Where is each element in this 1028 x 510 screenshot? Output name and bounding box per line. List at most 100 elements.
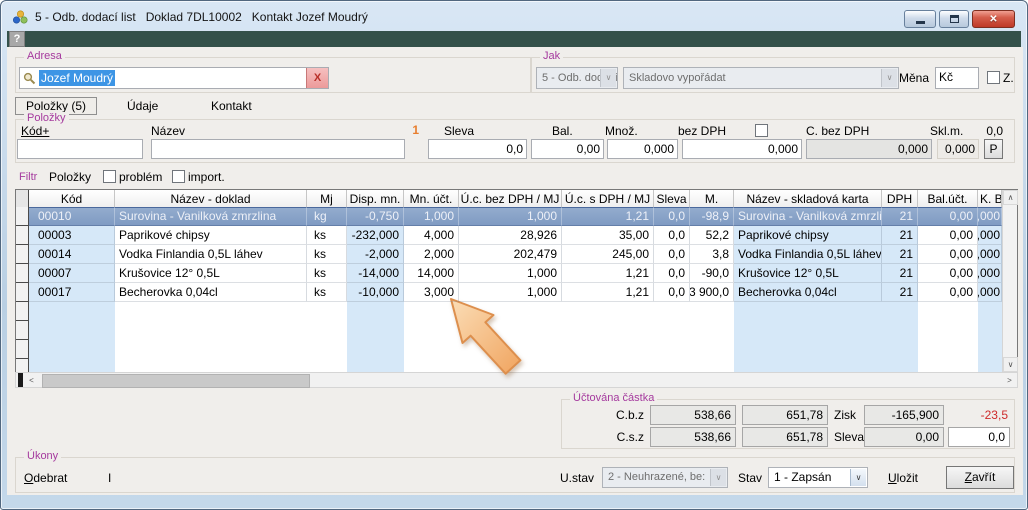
bezdph-checkbox[interactable]: [755, 124, 768, 137]
mena-input[interactable]: Kč: [935, 67, 979, 89]
row-selector[interactable]: [16, 245, 29, 264]
cell-sklad: Becherovka 0,04cl: [734, 283, 882, 302]
clear-adresa-button[interactable]: X: [306, 68, 328, 88]
cell-ucbez: 28,926: [459, 226, 562, 245]
cell-disp: -10,000: [347, 283, 404, 302]
cell-ucbez: 202,479: [459, 245, 562, 264]
cell-bal: 0,00: [918, 207, 978, 226]
row-selector[interactable]: [16, 264, 29, 283]
z-checkbox[interactable]: [987, 71, 1000, 84]
scroll-left-icon[interactable]: <: [24, 373, 39, 387]
col-header-k-ba[interactable]: K. Ba: [978, 190, 1002, 207]
col-header-m[interactable]: M.: [690, 190, 734, 207]
cbezdph-label: C. bez DPH: [806, 124, 869, 138]
cell-mj: kg: [307, 207, 347, 226]
col-header-nazev-skladova-karta[interactable]: Název - skladová karta: [734, 190, 882, 207]
sklm-label: Skl.m.: [930, 124, 963, 138]
maximize-button[interactable]: [939, 10, 969, 28]
col-header-mj[interactable]: Mj: [307, 190, 347, 207]
vertical-scrollbar[interactable]: ∧ ∨: [1002, 190, 1017, 372]
col-header-mn-uct[interactable]: Mn. účt.: [404, 190, 459, 207]
kod-input[interactable]: [17, 139, 143, 159]
minimize-icon: [916, 21, 925, 24]
ustav-select[interactable]: 2 - Neuhrazené, be: ∨: [602, 467, 728, 488]
cell-nazev: Paprikové chipsy: [115, 226, 307, 245]
doc-type-select[interactable]: 5 - Odb. dodací list ∨: [536, 67, 618, 89]
cell-disp: -232,000: [347, 226, 404, 245]
odebrat-button[interactable]: Odebrat: [24, 471, 67, 485]
zavrit-button[interactable]: Zavřít: [946, 466, 1014, 489]
tab-udaje[interactable]: Údaje: [127, 99, 158, 113]
sleva-total-value: 0,00: [864, 427, 944, 447]
adresa-group-label: Adresa: [24, 50, 65, 62]
cell-sleva: 0,0: [654, 283, 690, 302]
mena-label: Měna: [899, 71, 929, 85]
minimize-button[interactable]: [904, 10, 936, 28]
filtr-polozky-button[interactable]: Položky: [49, 170, 91, 184]
csz-value-2: 651,78: [742, 427, 828, 447]
table-row[interactable]: 00007 Krušovice 12° 0,5L ks -14,000 14,0…: [16, 264, 1002, 283]
totals-group: Účtována částka C.b.z 538,66 651,78 Zisk…: [561, 399, 1015, 449]
col-header-dph[interactable]: DPH: [882, 190, 918, 207]
col-header-bal-uct[interactable]: Bal.účt.: [918, 190, 978, 207]
row-selector[interactable]: [16, 226, 29, 245]
cell-kba: 0,000: [978, 283, 1002, 302]
kod-label[interactable]: Kód+: [21, 124, 49, 138]
col-header-nazev-doklad[interactable]: Název - doklad: [115, 190, 307, 207]
col-header-uc-bez-dph[interactable]: Ú.c. bez DPH / MJ: [459, 190, 562, 207]
nazev-input[interactable]: [151, 139, 405, 159]
stav-select[interactable]: 1 - Zapsán ∨: [768, 467, 868, 488]
csz-label: C.s.z: [582, 430, 644, 444]
mnoz-input[interactable]: 0,000: [607, 139, 678, 159]
csz-value-1: 538,66: [650, 427, 736, 447]
cell-disp: -2,000: [347, 245, 404, 264]
row-selector[interactable]: [16, 207, 29, 226]
sleva-percent-input[interactable]: 0,0: [948, 427, 1010, 447]
cell-ucs: 35,00: [562, 226, 654, 245]
scroll-up-icon[interactable]: ∧: [1003, 190, 1018, 205]
cell-dph: 21: [882, 226, 918, 245]
col-header-uc-s-dph[interactable]: Ú.c. s DPH / MJ: [562, 190, 654, 207]
table-row[interactable]: 00003 Paprikové chipsy ks -232,000 4,000…: [16, 226, 1002, 245]
p-button[interactable]: P: [984, 139, 1003, 159]
import-checkbox[interactable]: [172, 170, 185, 183]
cell-nazev: Krušovice 12° 0,5L: [115, 264, 307, 283]
help-button[interactable]: ?: [9, 31, 25, 47]
col-header-disp-mn[interactable]: Disp. mn.: [347, 190, 404, 207]
bezdph-input[interactable]: 0,000: [682, 139, 802, 159]
sleva-input[interactable]: 0,0: [428, 139, 527, 159]
title-bar[interactable]: 5 - Odb. dodací list Doklad 7DL10002 Kon…: [2, 2, 1026, 31]
scrollbar-thumb[interactable]: [42, 374, 310, 388]
window-title: 5 - Odb. dodací list Doklad 7DL10002 Kon…: [35, 10, 368, 24]
cell-mn: 3,000: [404, 283, 459, 302]
row-selector: [16, 302, 29, 321]
bal-input[interactable]: 0,00: [531, 139, 604, 159]
problem-checkbox[interactable]: [103, 170, 116, 183]
cell-mj: ks: [307, 283, 347, 302]
cell-kba: 0,000: [978, 264, 1002, 283]
tab-kontakt[interactable]: Kontakt: [211, 99, 252, 113]
settlement-select[interactable]: Skladovo vypořádat ∨: [623, 67, 899, 89]
adresa-field[interactable]: Jozef Moudrý X: [19, 67, 329, 89]
cell-dph: 21: [882, 283, 918, 302]
scroll-down-icon[interactable]: ∨: [1003, 357, 1018, 372]
empty-row: [16, 359, 1002, 372]
cell-sleva: 0,0: [654, 245, 690, 264]
empty-row: [16, 321, 1002, 340]
table-row[interactable]: 00014 Vodka Finlandia 0,5L láhev ks -2,0…: [16, 245, 1002, 264]
close-button[interactable]: ✕: [972, 10, 1015, 28]
splitter-handle[interactable]: [18, 373, 23, 387]
i-label[interactable]: I: [108, 471, 111, 485]
cell-m: -98,9: [690, 207, 734, 226]
ulozit-button[interactable]: Uložit: [888, 471, 918, 485]
table-row[interactable]: 00017 Becherovka 0,04cl ks -10,000 3,000…: [16, 283, 1002, 302]
table-row-selected[interactable]: 00010 Surovina - Vanilková zmrzlina kg -…: [16, 207, 1002, 226]
scroll-right-icon[interactable]: >: [1002, 373, 1017, 387]
row-selector[interactable]: [16, 283, 29, 302]
items-table: Kód Název - doklad Mj Disp. mn. Mn. účt.…: [15, 189, 1018, 374]
cell-kod: 00017: [29, 283, 115, 302]
col-header-kod[interactable]: Kód: [29, 190, 115, 207]
col-header-sleva[interactable]: Sleva: [654, 190, 690, 207]
zisk-value: -165,900: [864, 405, 944, 425]
cell-sklad: Krušovice 12° 0,5L: [734, 264, 882, 283]
